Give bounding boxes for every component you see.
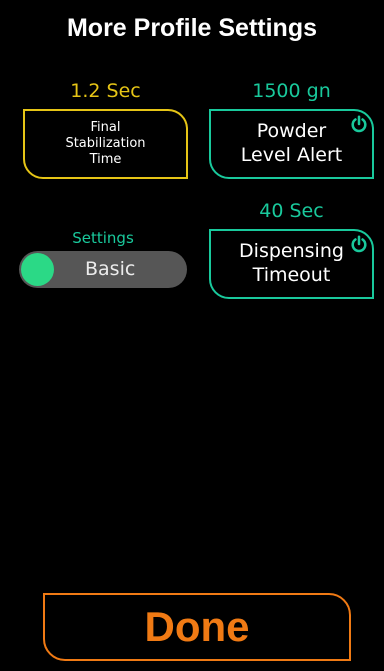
done-label: Done: [144, 603, 250, 650]
final-stabilization-time-value: 1.2 Sec: [70, 80, 141, 102]
page-title: More Profile Settings: [66, 14, 318, 42]
dispensing-timeout-label: Dispensing Timeout: [239, 240, 344, 286]
powder-level-alert-value: 1500 gn: [252, 80, 331, 102]
settings-label: Settings: [72, 229, 134, 247]
done-button[interactable]: Done: [43, 593, 351, 661]
settings-mode-toggle[interactable]: Basic: [19, 251, 187, 288]
toggle-knob: [21, 253, 54, 286]
settings-mode-label: Basic: [85, 258, 136, 280]
powder-level-alert-button[interactable]: Powder Level Alert: [209, 109, 374, 179]
dispensing-timeout-button[interactable]: Dispensing Timeout: [209, 229, 374, 299]
dispensing-timeout-value: 40 Sec: [259, 200, 324, 222]
powder-level-alert-label: Powder Level Alert: [240, 120, 343, 166]
final-stabilization-time-label: Final Stabilization Time: [65, 119, 146, 168]
power-icon[interactable]: [350, 115, 368, 133]
power-icon[interactable]: [350, 235, 368, 253]
final-stabilization-time-button[interactable]: Final Stabilization Time: [23, 109, 188, 179]
